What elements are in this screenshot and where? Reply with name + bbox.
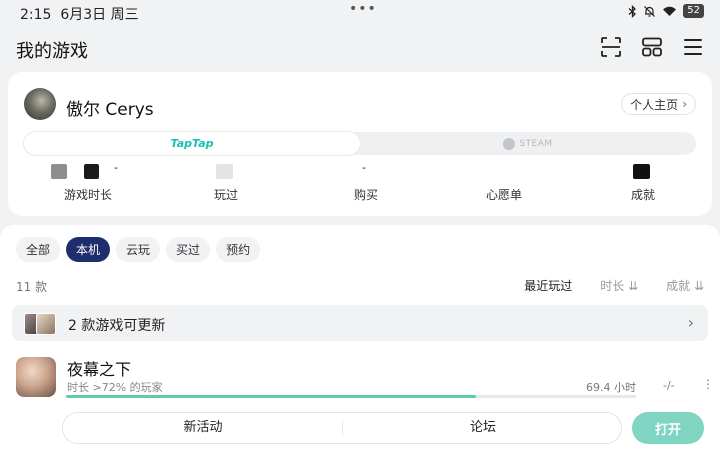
game-achievements: -/- [663, 379, 675, 392]
stat-value: - [114, 161, 118, 174]
tab-reserved[interactable]: 预约 [216, 237, 261, 262]
stat-purchased[interactable]: - 购买 [326, 161, 406, 203]
redacted-block [51, 164, 67, 179]
stat-value: - [362, 161, 366, 174]
clock-date: 6月3日 [60, 7, 107, 23]
stat-value-area: - [326, 161, 406, 184]
sort-achievements[interactable]: 成就 ⇊ [666, 277, 704, 294]
stat-value-area [464, 164, 544, 184]
stat-label: 玩过 [213, 188, 238, 202]
games-panel: 全部 本机 云玩 买过 预约 11 款 最近玩过 时长 ⇊ 成就 ⇊ 2 款游戏… [0, 225, 720, 461]
steam-label: STEAM [519, 138, 553, 149]
open-game-button[interactable]: 打开 [632, 412, 704, 444]
playtime-progress-fill [66, 395, 477, 398]
redacted-block [216, 164, 233, 179]
stat-value-area [186, 164, 266, 184]
homepage-label: 个人主页 [630, 97, 679, 112]
new-activity-button[interactable]: 新活动 [63, 413, 343, 443]
stat-achievements[interactable]: 成就 [603, 164, 683, 203]
game-thumbnail [36, 313, 56, 335]
stat-label: 心愿单 [485, 188, 522, 202]
platform-tab-taptap[interactable]: TapTap [24, 132, 360, 155]
steam-logo-icon [503, 137, 516, 150]
page-title: 我的游戏 [16, 41, 88, 62]
tab-all[interactable]: 全部 [16, 237, 61, 262]
game-icon[interactable] [16, 357, 56, 397]
game-hours: 69.4 小时 [586, 381, 636, 394]
stat-label: 游戏时长 [63, 188, 112, 202]
forum-button[interactable]: 论坛 [343, 413, 623, 443]
stat-label: 成就 [630, 188, 655, 202]
chevron-right-icon: › [687, 313, 694, 332]
avatar[interactable] [24, 88, 56, 120]
status-icons: 52 [628, 4, 704, 18]
username: 傲尔 Cerys [66, 100, 154, 120]
update-banner[interactable]: 2 款游戏可更新 › [12, 305, 708, 341]
redacted-block [633, 164, 650, 179]
scan-icon[interactable] [600, 36, 622, 58]
stat-playtime[interactable]: - 游戏时长 [48, 161, 128, 203]
profile-card: 傲尔 Cerys 个人主页 › TapTap STEAM - 游戏时长 玩过 -… [8, 72, 712, 216]
status-bar: 2:15 6月3日 周三 ••• 52 [0, 0, 720, 26]
clock-time: 2:15 [20, 7, 52, 23]
redacted-block [84, 164, 99, 179]
chevron-right-icon: › [682, 97, 687, 111]
battery-icon: 52 [683, 4, 704, 18]
game-percentile: 时长 >72% 的玩家 [67, 381, 163, 394]
status-time: 2:15 6月3日 周三 [20, 4, 139, 24]
stat-value-area [603, 164, 683, 184]
playtime-progress [66, 395, 636, 398]
stat-played[interactable]: 玩过 [186, 164, 266, 203]
platform-toggle: TapTap STEAM [24, 132, 696, 155]
mute-bell-icon [644, 5, 656, 17]
stat-value-area: - [48, 161, 128, 184]
grid-layout-icon[interactable] [641, 36, 663, 58]
tab-purchased[interactable]: 买过 [166, 237, 211, 262]
multitask-dots-icon[interactable]: ••• [349, 1, 377, 17]
filter-tabs: 全部 本机 云玩 买过 预约 [16, 237, 261, 262]
stat-wishlist[interactable]: 心愿单 [464, 164, 544, 203]
menu-icon[interactable] [682, 36, 704, 58]
clock-weekday: 周三 [110, 7, 139, 23]
tab-local[interactable]: 本机 [66, 237, 111, 262]
stat-label: 购买 [353, 188, 378, 202]
game-name[interactable]: 夜幕之下 [67, 356, 131, 380]
game-actions: 新活动 论坛 [62, 412, 622, 444]
sort-options: 最近玩过 时长 ⇊ 成就 ⇊ [524, 277, 704, 294]
sort-recent[interactable]: 最近玩过 [524, 277, 572, 294]
game-count: 11 款 [16, 280, 48, 294]
update-thumbnails [24, 313, 58, 335]
sort-playtime[interactable]: 时长 ⇊ [600, 277, 638, 294]
tab-cloud[interactable]: 云玩 [116, 237, 161, 262]
platform-tab-steam[interactable]: STEAM [360, 132, 696, 155]
homepage-button[interactable]: 个人主页 › [621, 93, 696, 115]
header-actions [600, 36, 704, 58]
wifi-icon [663, 6, 677, 16]
more-options-icon[interactable]: ⋮ [702, 377, 714, 391]
update-text: 2 款游戏可更新 [68, 318, 166, 334]
bluetooth-icon [628, 4, 637, 18]
